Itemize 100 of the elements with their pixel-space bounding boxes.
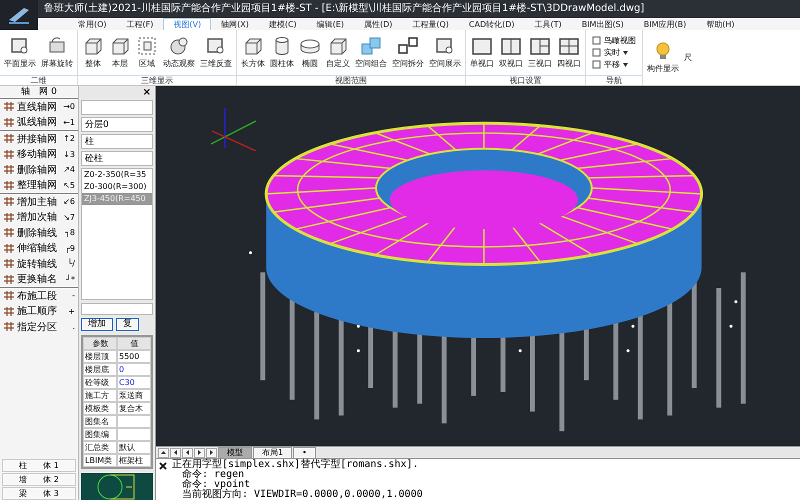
layout-tab[interactable]: 布局1	[253, 446, 292, 458]
axis-tool-item[interactable]: 布施工段 -	[0, 288, 78, 304]
menu-tab[interactable]: 建模(C)	[258, 18, 307, 30]
menu-tab[interactable]: 工程量(Q)	[402, 18, 459, 30]
ribbon-button[interactable]: 长方体	[239, 36, 267, 69]
axis-icon	[208, 106, 258, 151]
group-title: 视图范围	[237, 75, 465, 85]
ribbon-button[interactable]: 本层	[107, 36, 133, 69]
list-item[interactable]: Z0-2-350(R=35	[82, 169, 152, 181]
category-button[interactable]: 墙 体 2	[2, 473, 76, 486]
axis-tool-item[interactable]: 直线轴网 →0	[0, 99, 78, 114]
ribbon-button[interactable]: 动态观察	[161, 36, 197, 69]
ribbon-button[interactable]: 四视口	[555, 36, 583, 69]
table-cell: 5500	[117, 350, 151, 363]
grid-icon	[3, 306, 15, 317]
axis-tool-item[interactable]: 弧线轴网 ←1	[0, 114, 78, 130]
axis-tool-item[interactable]: 旋转轴线 └/	[0, 256, 78, 272]
table-cell: 楼层底	[83, 363, 117, 376]
grid-icon	[3, 101, 15, 112]
menu-tab[interactable]: 工程(F)	[116, 18, 164, 30]
axis-tool-item[interactable]: 伸缩轴线 ┌9	[0, 240, 78, 256]
dropdown[interactable]: 砼柱	[81, 151, 153, 166]
menu-tab[interactable]: 帮助(H)	[696, 18, 745, 30]
list-item[interactable]: Z0-300(R=300)	[82, 181, 152, 193]
layout-tab[interactable]: •	[293, 446, 316, 458]
tab-scroll-button[interactable]	[170, 448, 181, 458]
menu-tab[interactable]: 常用(O)	[68, 18, 117, 30]
table-cell: 默认	[117, 441, 151, 454]
triangle-icon	[185, 450, 190, 455]
category-button[interactable]: 梁 体 3	[2, 487, 76, 500]
panel-button[interactable]: 增加	[81, 318, 113, 331]
layout-tab[interactable]: 模型	[218, 446, 252, 458]
tab-scroll-button[interactable]	[158, 448, 169, 458]
menu-tab[interactable]: 工具(T)	[524, 18, 572, 30]
dropdown[interactable]: 柱	[81, 134, 153, 149]
table-cell: 0	[117, 363, 151, 376]
triangle-icon	[173, 450, 178, 455]
ribbon-button[interactable]: 整体	[80, 36, 106, 69]
grid-icon	[3, 148, 15, 160]
four-pane-icon	[558, 36, 580, 56]
menu-tab[interactable]: 视图(V)	[163, 18, 212, 30]
ribbon-button[interactable]: 平面显示	[2, 36, 38, 69]
table-cell: 汇总类	[83, 441, 117, 454]
panel-button[interactable]: 复	[116, 318, 139, 331]
tab-scroll-button[interactable]	[194, 448, 205, 458]
menu-tab[interactable]: 属性(D)	[354, 18, 402, 30]
axis-tool-item[interactable]: 整理轴网 ↖5	[0, 178, 78, 193]
ribbon-button[interactable]: 自定义	[324, 36, 352, 69]
axis-tool-item[interactable]: 增加次轴 ↘7	[0, 210, 78, 225]
grid-icon	[3, 321, 15, 332]
close-icon[interactable]	[158, 461, 168, 471]
axis-tool-item[interactable]: 移动轴网 ↓3	[0, 146, 78, 162]
command-line: 当前视图方向: VIEWDIR=0.0000,0.0000,1.0000	[181, 490, 423, 500]
group-title: 三维显示	[78, 75, 236, 85]
ribbon-button[interactable]: 尺	[682, 52, 694, 63]
axis-tool-item[interactable]: 指定分区 .	[0, 319, 78, 334]
group-title: 二维	[0, 75, 77, 85]
grid-icon	[3, 227, 15, 238]
table-cell: 楼层顶	[83, 350, 117, 363]
ribbon-button[interactable]: 屏幕旋转	[39, 36, 75, 69]
menu-tab[interactable]: CAD转化(D)	[458, 18, 525, 30]
three-pane-icon	[529, 36, 551, 56]
input-field[interactable]	[81, 303, 153, 315]
grid-icon	[3, 180, 15, 191]
axis-tool-item[interactable]: 拼接轴网 ↑2	[0, 131, 78, 146]
category-button[interactable]: 柱 体 1	[2, 459, 76, 472]
command-line: 命令: regen	[181, 470, 244, 480]
navigation-button[interactable]: 平移	[592, 59, 636, 70]
ribbon-button[interactable]: 空间组合	[353, 36, 389, 69]
grid-icon	[3, 196, 15, 208]
axis-tool-item[interactable]: 删除轴网 ↗4	[0, 162, 78, 178]
ribbon-button[interactable]: 区域	[134, 36, 160, 69]
dropdown[interactable]: 分层0	[81, 117, 153, 132]
ribbon-button[interactable]: 三维反查	[198, 36, 234, 69]
ribbon-button[interactable]: 椭圆	[297, 36, 323, 69]
ribbon-button[interactable]: 空间展示	[427, 36, 463, 69]
menu-tab[interactable]: BIM应用(B)	[634, 18, 696, 30]
axis-tool-item[interactable]: 施工顺序 +	[0, 304, 78, 319]
ribbon-button[interactable]: 空间拆分	[390, 36, 426, 69]
axis-tool-item[interactable]: 删除轴线 ┐8	[0, 225, 78, 240]
tab-scroll-button[interactable]	[182, 448, 193, 458]
ribbon-button[interactable]: 三视口	[526, 36, 554, 69]
grid-icon	[3, 274, 15, 285]
axis-tool-item[interactable]: 更换轴名 ┘*	[0, 272, 78, 287]
triangle-icon	[197, 450, 202, 455]
menu-tab[interactable]: BIM出图(S)	[572, 18, 634, 30]
menu-tab[interactable]: 轴网(X)	[211, 18, 259, 30]
axis-tool-item[interactable]: 增加主轴 ↙6	[0, 194, 78, 210]
navigation-button[interactable]: 实时	[592, 47, 636, 58]
tab-scroll-button[interactable]	[206, 448, 217, 458]
navigation-button[interactable]: 鸟瞰视图	[592, 35, 636, 46]
app-logo	[0, 0, 38, 30]
ribbon-button[interactable]: 构件显示	[645, 41, 681, 74]
ribbon-button[interactable]: 双视口	[497, 36, 525, 69]
menu-tab[interactable]: 编辑(E)	[306, 18, 354, 30]
table-cell: LBIM类	[83, 454, 117, 467]
grid-icon	[3, 242, 15, 254]
ribbon-button[interactable]: 圆柱体	[268, 36, 296, 69]
ribbon-button[interactable]: 单视口	[468, 36, 496, 69]
close-button[interactable]: ×	[142, 86, 153, 100]
